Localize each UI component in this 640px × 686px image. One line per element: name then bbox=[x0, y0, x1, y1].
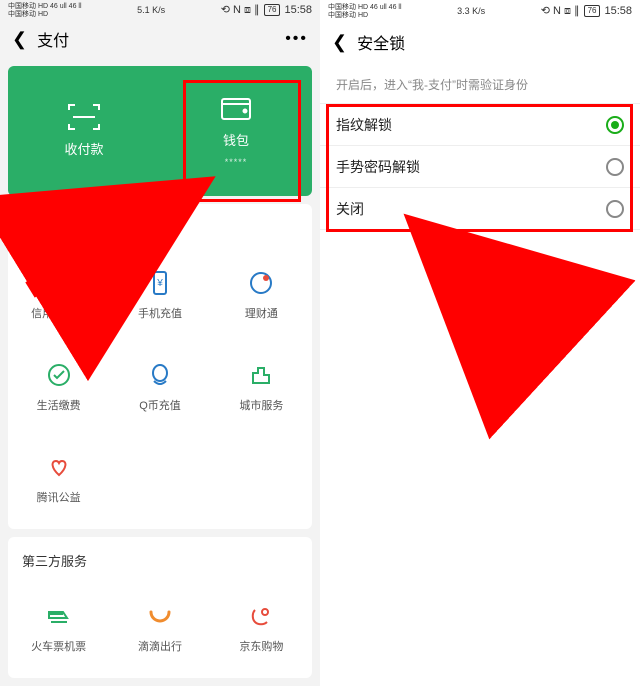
check-icon bbox=[45, 361, 73, 389]
svc-label: 京东购物 bbox=[239, 638, 283, 654]
hero-card: 收付款 钱包 ***** bbox=[8, 66, 312, 196]
radio-icon bbox=[606, 158, 624, 176]
row-label: 指纹解锁 bbox=[336, 115, 392, 135]
carrier-text: 中国移动 HD 46 ull 46 ll bbox=[8, 3, 82, 10]
row-fingerprint[interactable]: 指纹解锁 bbox=[320, 104, 640, 146]
section-title: 第三方服务 bbox=[8, 547, 312, 582]
svc-label: 生活缴费 bbox=[37, 397, 81, 413]
didi-icon bbox=[146, 602, 174, 630]
scan-icon bbox=[67, 103, 101, 131]
row-gesture[interactable]: 手势密码解锁 bbox=[320, 146, 640, 188]
carrier-text: 中国移动 HD bbox=[328, 12, 402, 19]
svc-city[interactable]: 城市服务 bbox=[211, 341, 312, 433]
payment-screen: 中国移动 HD 46 ull 46 ll 中国移动 HD 5.1 K/s ⟲ N… bbox=[0, 0, 320, 686]
nav-bar: ❮ 安全锁 bbox=[320, 22, 640, 62]
carrier-text: 中国移动 HD 46 ull 46 ll bbox=[328, 4, 402, 11]
carrier-text: 中国移动 HD bbox=[8, 11, 82, 18]
third-party-card: 第三方服务 火车票机票 滴滴出行 京东购物 bbox=[8, 537, 312, 678]
tencent-services-card: 腾讯服务 信用卡还款 ¥ 手机充值 理财通 生活缴费 Q币充值 bbox=[8, 204, 312, 529]
lock-options: 指纹解锁 手势密码解锁 关闭 bbox=[320, 103, 640, 230]
svc-wealth[interactable]: 理财通 bbox=[211, 249, 312, 341]
svc-label: 火车票机票 bbox=[31, 638, 86, 654]
net-speed: 3.3 K/s bbox=[457, 6, 485, 16]
svc-label: 理财通 bbox=[245, 305, 278, 321]
wealth-icon bbox=[247, 269, 275, 297]
city-icon bbox=[247, 361, 275, 389]
svc-train[interactable]: 火车票机票 bbox=[8, 582, 109, 674]
more-icon[interactable]: ••• bbox=[285, 30, 308, 48]
card-icon bbox=[45, 269, 73, 297]
svc-label: 手机充值 bbox=[138, 305, 182, 321]
row-off[interactable]: 关闭 bbox=[320, 188, 640, 230]
security-lock-screen: 中国移动 HD 46 ull 46 ll 中国移动 HD 3.3 K/s ⟲ N… bbox=[320, 0, 640, 686]
wallet-icon bbox=[219, 94, 253, 122]
status-bar: 中国移动 HD 46 ull 46 ll 中国移动 HD 3.3 K/s ⟲ N… bbox=[320, 0, 640, 22]
battery-icon: 76 bbox=[584, 5, 601, 17]
svc-charity[interactable]: 腾讯公益 bbox=[8, 433, 109, 525]
status-icons: ⟲ N ⧈ ∥ bbox=[221, 3, 260, 17]
svc-label: 城市服务 bbox=[239, 397, 283, 413]
status-bar: 中国移动 HD 46 ull 46 ll 中国移动 HD 5.1 K/s ⟲ N… bbox=[0, 0, 320, 20]
wallet-balance: ***** bbox=[225, 157, 248, 167]
train-icon bbox=[45, 602, 73, 630]
svc-didi[interactable]: 滴滴出行 bbox=[109, 582, 210, 674]
page-title: 安全锁 bbox=[357, 30, 405, 54]
section-title: 腾讯服务 bbox=[8, 214, 312, 249]
page-title: 支付 bbox=[37, 27, 69, 51]
pay-receive-button[interactable]: 收付款 bbox=[8, 66, 160, 196]
battery-icon: 76 bbox=[264, 4, 281, 16]
services-grid: 信用卡还款 ¥ 手机充值 理财通 生活缴费 Q币充值 城市服务 bbox=[8, 249, 312, 525]
svc-utilities[interactable]: 生活缴费 bbox=[8, 341, 109, 433]
row-label: 手势密码解锁 bbox=[336, 157, 420, 177]
heart-icon bbox=[45, 453, 73, 481]
nav-bar: ❮ 支付 ••• bbox=[0, 20, 320, 57]
svc-label: Q币充值 bbox=[139, 397, 181, 413]
radio-icon bbox=[606, 116, 624, 134]
wallet-label: 钱包 bbox=[223, 130, 249, 149]
back-icon[interactable]: ❮ bbox=[12, 29, 27, 50]
svc-phone-topup[interactable]: ¥ 手机充值 bbox=[109, 249, 210, 341]
services-grid: 火车票机票 滴滴出行 京东购物 bbox=[8, 582, 312, 674]
svc-jd[interactable]: 京东购物 bbox=[211, 582, 312, 674]
clock: 15:58 bbox=[284, 4, 312, 16]
svc-label: 腾讯公益 bbox=[37, 489, 81, 505]
svg-text:¥: ¥ bbox=[156, 278, 163, 289]
svc-credit-card[interactable]: 信用卡还款 bbox=[8, 249, 109, 341]
jd-icon bbox=[247, 602, 275, 630]
svc-qcoin[interactable]: Q币充值 bbox=[109, 341, 210, 433]
status-icons: ⟲ N ⧈ ∥ bbox=[541, 4, 580, 18]
svc-label: 信用卡还款 bbox=[31, 305, 86, 321]
hint-text: 开启后，进入“我-支付”时需验证身份 bbox=[320, 62, 640, 103]
wallet-button[interactable]: 钱包 ***** bbox=[160, 66, 312, 196]
svc-label: 滴滴出行 bbox=[138, 638, 182, 654]
net-speed: 5.1 K/s bbox=[137, 5, 165, 15]
clock: 15:58 bbox=[604, 5, 632, 17]
phone-icon: ¥ bbox=[146, 269, 174, 297]
pay-label: 收付款 bbox=[64, 139, 103, 158]
row-label: 关闭 bbox=[336, 199, 364, 219]
radio-icon bbox=[606, 200, 624, 218]
back-icon[interactable]: ❮ bbox=[332, 32, 347, 53]
qq-icon bbox=[146, 361, 174, 389]
